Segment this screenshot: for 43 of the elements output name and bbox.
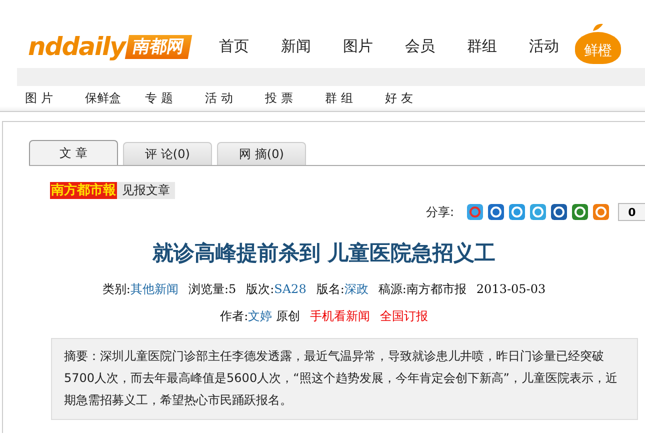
meta-text: 稿源:南方都市报 [378, 282, 466, 296]
social-share-icon[interactable] [488, 204, 504, 220]
subnav-link[interactable]: 好 友 [385, 90, 445, 106]
subnav-link[interactable]: 保鲜盒 [85, 90, 145, 106]
nav-link[interactable]: 会员 [404, 37, 467, 56]
meta-text: 2013-05-03 [476, 282, 546, 296]
article-title: 就诊高峰提前杀到 儿童医院急招义工 [151, 239, 497, 267]
promo-link[interactable]: 全国订报 [380, 309, 428, 323]
nav-link[interactable]: 群组 [466, 37, 529, 56]
meta-text: 版次: [246, 282, 274, 296]
subnav-link[interactable]: 专 题 [145, 90, 205, 106]
nav-link[interactable]: 新闻 [280, 37, 343, 56]
share-count: 0 [618, 203, 645, 221]
newspaper-logo: 南方都市報 [50, 182, 117, 199]
share-label: 分享: [426, 204, 454, 220]
meta-text: 浏览量:5 [188, 282, 236, 296]
nav-link[interactable]: 首页 [218, 37, 281, 56]
social-share-icon[interactable] [530, 204, 546, 220]
meta-text: 版名: [316, 282, 344, 296]
meta-text: 原创 [274, 309, 300, 323]
print-article-label[interactable]: 见报文章 [117, 182, 175, 199]
social-share-icon[interactable] [572, 204, 588, 220]
social-share-icon[interactable] [467, 204, 483, 220]
social-share-icon[interactable] [551, 204, 567, 220]
tab[interactable]: 评 论(0) [123, 142, 212, 165]
meta-link[interactable]: 深政 [344, 282, 368, 296]
social-share-icon[interactable] [593, 204, 609, 220]
meta-link[interactable]: 文婷 [248, 309, 272, 323]
tab[interactable]: 文 章 [29, 140, 118, 165]
meta-text: 类别: [102, 282, 130, 296]
article-summary: 摘要：深圳儿童医院门诊部主任李德发透露，最近气温异常，导致就诊患儿井喷，昨日门诊量已经突破5700人次，而去年最高峰值是5600人次，“照这个趋势发展，今年肯定会创下新高”，儿童医院表示，近期急需招募义工，希望热心市民踊跃报名。 [51, 338, 638, 420]
subnav-link[interactable]: 群 组 [325, 90, 385, 106]
social-share-icon[interactable] [509, 204, 525, 220]
tab[interactable]: 网 摘(0) [217, 142, 306, 165]
subnav-link[interactable]: 活 动 [205, 90, 265, 106]
meta-link[interactable]: SA28 [274, 282, 306, 296]
meta-text: 作者: [220, 309, 248, 323]
subnav-link[interactable]: 图 片 [25, 90, 85, 106]
promo-link[interactable]: 手机看新闻 [310, 309, 370, 323]
meta-link[interactable]: 其他新闻 [130, 282, 178, 296]
nav-link[interactable]: 图片 [342, 37, 405, 56]
nav-link[interactable]: 活动 [528, 37, 575, 56]
subnav-link[interactable]: 投 票 [265, 90, 325, 106]
